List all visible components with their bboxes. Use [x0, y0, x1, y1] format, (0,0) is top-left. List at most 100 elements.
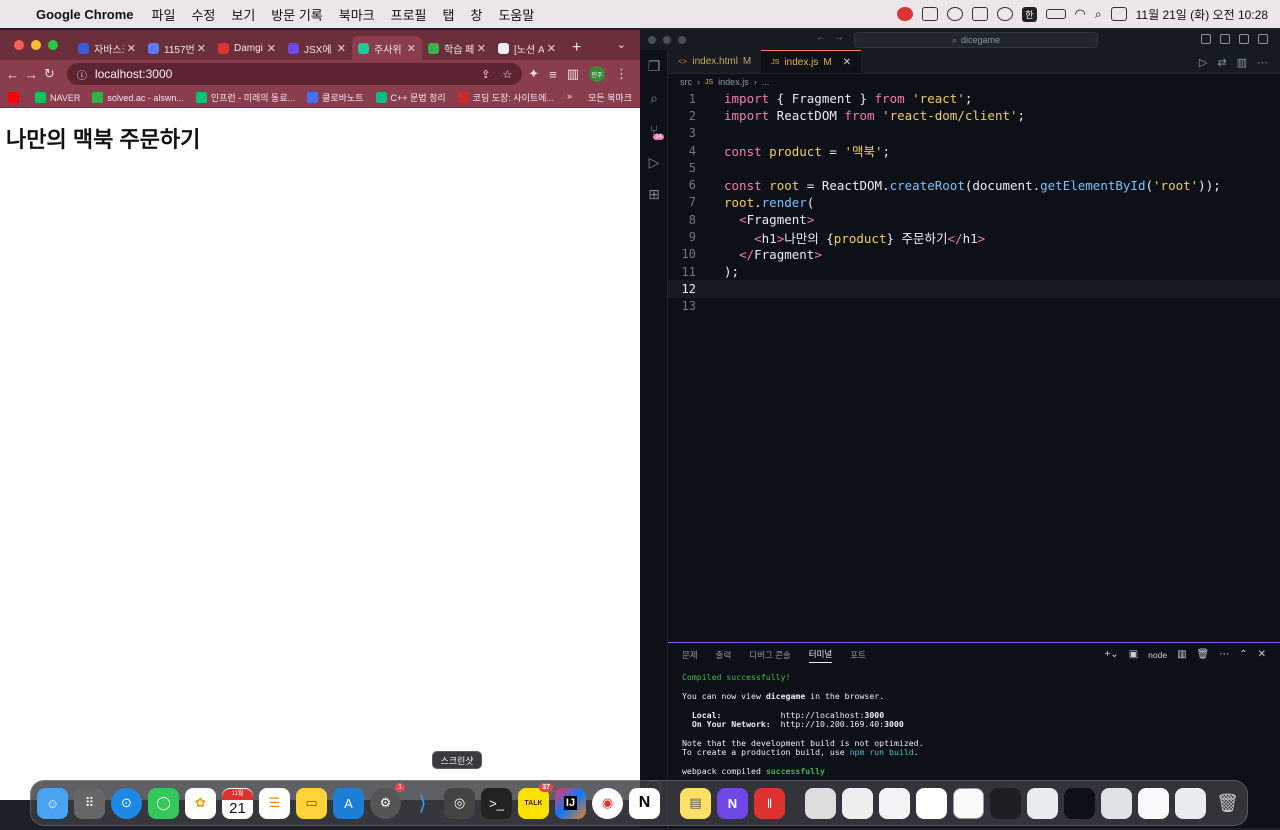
address-bar[interactable]: ⓘ localhost:3000 ⇪ ☆ [66, 63, 523, 85]
forward-icon[interactable]: → [25, 67, 38, 82]
terminal-app-icon[interactable]: >_ [481, 787, 512, 819]
toggle-sidebar-icon[interactable] [1201, 34, 1211, 44]
code-line[interactable]: 3 [668, 125, 1280, 142]
intellij-icon[interactable]: IJ [555, 787, 586, 819]
close-tab-icon[interactable]: ✕ [337, 42, 346, 55]
kakaotalk-icon[interactable]: TALK 37 [518, 782, 553, 819]
run-icon[interactable]: ▷ [1199, 56, 1207, 69]
tab-index-js[interactable]: JS index.js M ✕ [761, 50, 862, 73]
shell-name[interactable]: node [1148, 650, 1167, 660]
code-line[interactable]: 8 <Fragment> [668, 211, 1280, 228]
bookmark-star-icon[interactable]: ☆ [502, 68, 512, 81]
glasses-icon[interactable] [947, 7, 964, 21]
notion-icon[interactable]: N [629, 787, 660, 819]
battery-icon[interactable] [1045, 9, 1066, 19]
close-tab-icon[interactable]: ✕ [843, 57, 851, 68]
close-tab-icon[interactable]: ✕ [477, 42, 486, 55]
minimized-window-icon[interactable] [916, 787, 947, 819]
tab-search-chevron-icon[interactable]: ⌄ [617, 38, 626, 51]
maximize-panel-icon[interactable]: ⌃ [1239, 649, 1247, 660]
close-tab-icon[interactable]: ✕ [267, 42, 276, 55]
url-text[interactable]: localhost:3000 [95, 67, 172, 81]
wifi-icon[interactable]: ◠ [1075, 6, 1086, 22]
profile-avatar[interactable]: 민주 [589, 66, 605, 82]
bookmark-item[interactable]: NAVER [35, 91, 80, 104]
site-info-icon[interactable]: ⓘ [77, 67, 87, 82]
minimized-window-icon[interactable] [1064, 787, 1095, 819]
code-line[interactable]: 9 <h1>나만의 {product} 주문하기</h1> [668, 228, 1280, 246]
browser-tab[interactable]: 주사위 ✕ [352, 36, 422, 60]
customize-layout-icon[interactable] [1258, 34, 1268, 44]
share-icon[interactable]: ⇪ [481, 68, 490, 81]
open-changes-icon[interactable]: ⇄ [1217, 56, 1226, 69]
close-tab-icon[interactable]: ✕ [197, 42, 206, 55]
browser-tab[interactable]: 1157번 ✕ [142, 36, 212, 60]
extensions-icon[interactable]: ✦ [528, 66, 539, 82]
close-window-button[interactable] [14, 40, 24, 50]
split-editor-icon[interactable]: ▥ [1237, 56, 1247, 69]
bookmark-item[interactable] [8, 91, 23, 104]
code-line[interactable]: 1 import { Fragment } from 'react'; [668, 90, 1280, 107]
minimized-window-icon[interactable] [1175, 787, 1206, 819]
split-terminal-icon[interactable]: ▥ [1177, 649, 1186, 660]
chrome-menu-icon[interactable]: ⋮ [615, 66, 628, 82]
code-line[interactable]: 12 [668, 280, 1280, 298]
close-tab-icon[interactable]: ✕ [127, 42, 136, 55]
new-tab-button[interactable]: + [562, 39, 591, 60]
minimized-window-icon[interactable] [879, 787, 910, 819]
menu-bookmarks[interactable]: 북마크 [331, 5, 383, 24]
terminal-output[interactable]: Compiled successfully! You can now view … [668, 667, 1280, 782]
vscode-close-button[interactable] [648, 36, 656, 44]
maximize-window-button[interactable] [48, 40, 58, 50]
menu-tab[interactable]: 탭 [435, 5, 463, 24]
panel-tab[interactable]: 문제 [682, 649, 698, 661]
control-center-icon[interactable] [1110, 7, 1127, 21]
app-menu[interactable]: Google Chrome [36, 7, 144, 22]
bookmark-item[interactable]: 클로바노트 [307, 91, 364, 104]
vscode-maximize-button[interactable] [678, 36, 686, 44]
downloads-stack-icon[interactable] [805, 787, 836, 819]
menu-edit[interactable]: 수정 [183, 5, 223, 24]
reading-list-icon[interactable]: ≡ [549, 67, 557, 82]
more-actions-icon[interactable]: ⋯ [1219, 649, 1229, 660]
code-line[interactable]: 5 [668, 159, 1280, 176]
source-control-icon[interactable]: ⑂ 14 [640, 114, 668, 146]
bookmarks-overflow-button[interactable]: » [567, 91, 572, 104]
bookmark-item[interactable]: C++ 문법 정리 [375, 91, 446, 104]
chrome-icon[interactable]: ◉ [592, 787, 623, 819]
code-line[interactable]: 11); [668, 263, 1280, 280]
browser-tab[interactable]: 학습 페 ✕ [422, 36, 492, 60]
calendar-icon[interactable]: 11월 21 [222, 787, 253, 819]
play-icon[interactable] [997, 7, 1014, 21]
system-settings-icon[interactable]: ⚙ 1 [370, 782, 405, 819]
minimized-window-icon[interactable] [1101, 787, 1132, 819]
bookmark-item[interactable]: 코딩 도장: 사이트에... [457, 91, 554, 104]
nav-arrows[interactable]: ←→ [816, 32, 852, 43]
trash-icon[interactable]: 🗑 [1197, 649, 1210, 660]
close-tab-icon[interactable]: ✕ [547, 42, 556, 55]
browser-tab[interactable]: 자바스크✕ [72, 36, 142, 60]
stickies-icon[interactable]: ▤ [680, 787, 711, 819]
input-source[interactable]: 한 [1022, 6, 1037, 22]
close-tab-icon[interactable]: ✕ [407, 42, 416, 55]
menu-profiles[interactable]: 프로필 [383, 5, 435, 24]
binoculars-icon[interactable] [922, 7, 939, 21]
launchpad-icon[interactable]: ⠿ [74, 787, 105, 819]
breadcrumb-folder[interactable]: src [680, 77, 692, 87]
vscode-minimize-button[interactable] [663, 36, 671, 44]
toggle-panel-icon[interactable] [1220, 34, 1230, 44]
network-url[interactable]: http://10.200.169.40: [781, 719, 885, 729]
browser-tab[interactable]: Damgi ✕ [212, 36, 282, 60]
search-view-icon[interactable]: ⌕ [640, 82, 668, 114]
bookmark-item[interactable]: solved.ac - alswn... [92, 91, 184, 104]
code-line[interactable]: 2 import ReactDOM from 'react-dom/client'… [668, 107, 1280, 124]
minimized-window-icon[interactable] [1138, 787, 1169, 819]
explorer-icon[interactable]: ❐ [640, 50, 668, 82]
code-line[interactable]: 10 </Fragment> [668, 246, 1280, 263]
panel-tab[interactable]: 출력 [716, 649, 732, 661]
minimized-window-icon[interactable] [953, 787, 984, 819]
back-icon[interactable]: ← [6, 67, 19, 82]
vscode-icon[interactable]: ⟩ [407, 788, 438, 819]
bookmark-item[interactable]: 인프런 - 미래의 동료... [195, 91, 295, 104]
menu-window[interactable]: 창 [462, 5, 490, 24]
